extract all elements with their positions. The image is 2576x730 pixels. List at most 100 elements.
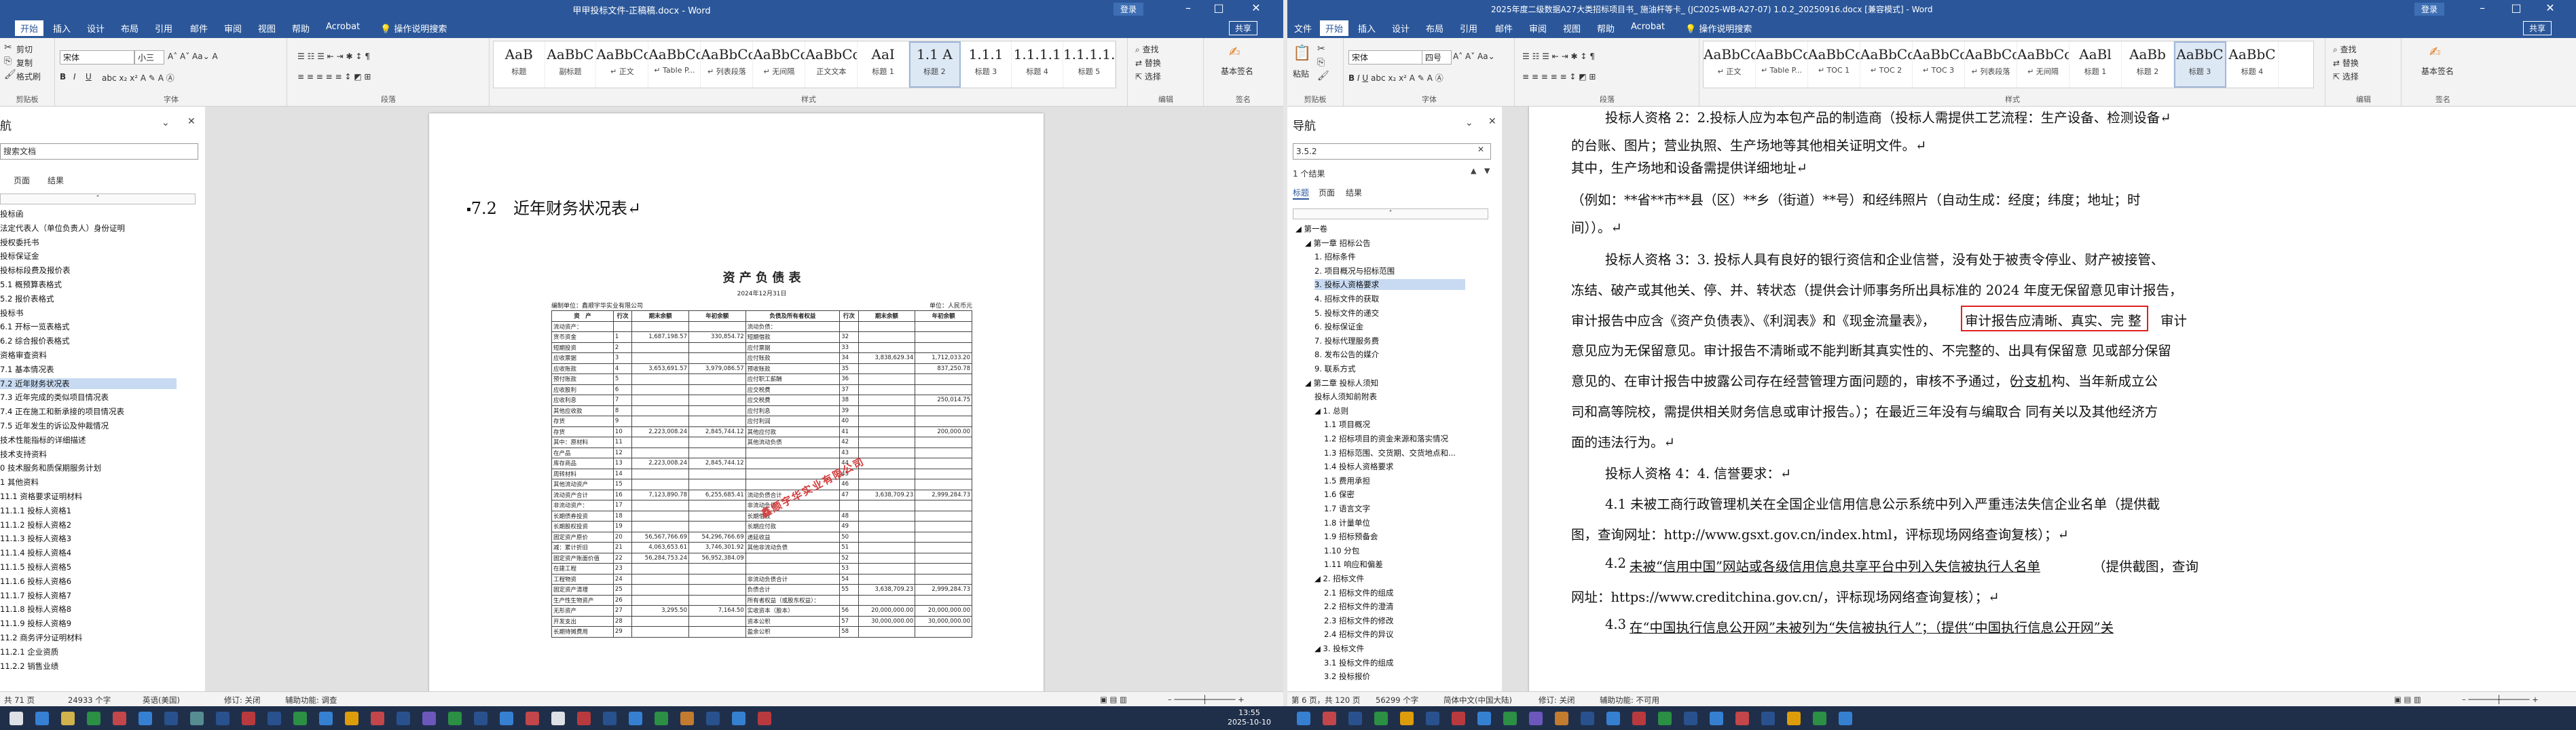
format-painter-icon[interactable]: 🖌 [4,69,16,80]
style-item[interactable]: AaBbC 副标题 [545,41,597,88]
nav-heading-item[interactable]: 5.1 概预算表格式 [0,279,177,290]
style-item[interactable]: 1.1.1 标题 3 [961,41,1012,88]
align-buttons[interactable]: ≡ ≡ ≡ ≡ ≡ ↕ ◩ ⊞ [297,72,371,81]
italic-button[interactable]: I [73,72,76,81]
nav-heading-item[interactable]: 5. 投标文件的递交 [1314,308,1465,318]
tab-mailings[interactable]: 邮件 [190,22,208,35]
nav-heading-item[interactable]: 1.7 语言文字 [1324,503,1465,514]
taskbar-app-icon[interactable] [190,712,204,725]
nav-heading-item[interactable]: 7.3 近年完成的类似项目情况表 [0,392,177,403]
taskbar-app-icon[interactable] [1477,712,1491,725]
taskbar-app-icon[interactable] [35,712,49,725]
signature-icon[interactable]: ✍ [2429,43,2441,60]
style-item[interactable]: AaBbCcDc ↵ Table P... [648,41,701,88]
format-buttons[interactable]: B I U abc x₂ x² A ✎ A Ⓐ [1348,72,1443,84]
format-painter-label[interactable]: 格式刷 [16,71,41,82]
nav-heading-item[interactable]: 1.4 投标人资格要求 [1324,461,1465,472]
view-buttons[interactable]: ▣ ▤ ▥ [1100,695,1127,704]
nav-scroll-up[interactable]: ˄ [1293,208,1488,219]
nav-heading-item[interactable]: 投标保证金 [0,251,177,261]
taskbar-app-icon[interactable] [1323,712,1336,725]
nav-heading-item[interactable]: 投标标段费及报价表 [0,265,177,276]
nav-heading-item[interactable]: 11.1.4 投标人资格4 [0,547,177,558]
style-item[interactable]: AaBbCcDc ↵ 正文 [596,41,649,88]
nav-heading-item[interactable]: 7.2 近年财务状况表 [0,378,177,389]
align-buttons[interactable]: ≡ ≡ ≡ ≡ ≡ ↕ ◩ ⊞ [1522,72,1596,81]
taskbar-app-icon[interactable] [1658,712,1672,725]
language[interactable]: 简体中文(中国大陆) [1443,695,1512,706]
nav-tab-results[interactable]: 结果 [48,175,64,186]
start-icon[interactable] [10,712,23,725]
style-item[interactable]: AaBbCcDd ↵ Table P... [1756,41,1808,88]
style-item[interactable]: AaBbCcDd ↵ 正文 [1704,41,1756,88]
taskbar-app-icon[interactable] [87,712,100,725]
tab-layout[interactable]: 布局 [121,22,139,35]
font-name-select[interactable]: 宋体 [60,50,134,65]
taskbar-app-icon[interactable] [1606,712,1620,725]
taskbar-app-icon[interactable] [1787,712,1801,725]
style-item[interactable]: AaBbCcDc ↵ 无间隔 [753,41,806,88]
taskbar-app-icon[interactable] [1813,712,1826,725]
nav-heading-item[interactable]: 11.1 资格要求证明材料 [0,491,177,502]
font-size-select[interactable]: 小三 [134,50,164,65]
nav-heading-item[interactable]: 5.2 报价表格式 [0,293,177,304]
style-item[interactable]: AaBbCc ↵ TOC 1 [1808,41,1860,88]
word-count[interactable]: 24933 个字 [68,695,111,706]
nav-heading-item[interactable]: 6.2 综合报价表格式 [0,335,177,346]
nav-heading-item[interactable]: 11.1.8 投标人资格8 [0,604,177,615]
next-result-icon[interactable]: ▼ [1484,166,1490,175]
nav-heading-item[interactable]: 2.3 招标文件的修改 [1324,615,1465,626]
style-item[interactable]: 1.1 A 标题 2 [909,41,961,88]
share-button[interactable]: 共享 [2523,21,2552,35]
paste-icon[interactable]: 📋 [1293,45,1311,62]
taskbar-app-icon[interactable] [1839,712,1852,725]
select-button[interactable]: ⇱ 选择 [2333,71,2359,82]
tab-mailings[interactable]: 邮件 [1495,22,1513,35]
signature-icon[interactable]: ✍ [1229,43,1240,60]
tab-home[interactable]: 开始 [15,20,44,36]
taskbar-app-icon[interactable] [1684,712,1697,725]
nav-heading-item[interactable]: 11.1.1 投标人资格1 [0,505,177,516]
taskbar-app-icon[interactable] [551,712,565,725]
tab-view[interactable]: 视图 [1563,22,1581,35]
taskbar-app-icon[interactable] [1632,712,1646,725]
taskbar-app-icon[interactable] [1581,712,1594,725]
taskbar-app-icon[interactable] [216,712,229,725]
style-item[interactable]: AaBbC 标题 4 [2226,41,2279,88]
style-item[interactable]: AaI 标题 1 [858,41,910,88]
taskbar-app-icon[interactable] [422,712,436,725]
nav-heading-item[interactable]: 技术支持资料 [0,449,177,460]
replace-button[interactable]: ⇄ 替换 [1135,57,1161,69]
replace-button[interactable]: ⇄ 替换 [2333,57,2359,69]
taskbar-app-icon[interactable] [1503,712,1517,725]
nav-heading-item[interactable]: 2.1 招标文件的组成 [1324,587,1465,598]
nav-heading-item[interactable]: 投标书 [0,308,177,318]
nav-heading-item[interactable]: 2.2 招标文件的澄清 [1324,601,1465,612]
nav-heading-item[interactable]: 11.1.6 投标人资格6 [0,576,177,587]
taskbar-app-icon[interactable] [1555,712,1568,725]
copy-icon[interactable]: ⎘ [4,56,12,67]
minimize-icon[interactable]: – [1175,1,1202,14]
find-button[interactable]: ⌕ 查找 [2333,43,2357,55]
nav-scroll-up[interactable]: ˄ [0,194,196,204]
nav-heading-item[interactable]: 资格审查资料 [0,350,177,361]
nav-heading-item[interactable]: 3.2 投标报价 [1324,671,1465,682]
font-size-controls[interactable]: A˄ A˅ Aa⌄ [1453,52,1495,61]
nav-heading-item[interactable]: 7.4 正在施工和新承接的项目情况表 [0,406,177,417]
font-size-controls[interactable]: A˄ A˅ Aa⌄ A [168,52,218,61]
minimize-icon[interactable]: – [2469,1,2496,14]
taskbar-app-icon[interactable] [242,712,255,725]
tab-review[interactable]: 审阅 [224,22,242,35]
nav-heading-item[interactable]: 7. 投标代理服务费 [1314,335,1465,346]
cut-icon[interactable]: ✂ [4,42,12,53]
nav-heading-item[interactable]: 2.4 招标文件的异议 [1324,629,1465,640]
tab-home[interactable]: 开始 [1320,20,1349,36]
nav-heading-item[interactable]: ◢ 第一卷 [1295,223,1465,234]
maximize-icon[interactable]: □ [2503,1,2530,14]
nav-heading-item[interactable]: 1.1 项目概况 [1324,419,1465,430]
tab-file[interactable]: 文件 [1294,22,1312,35]
tab-insert[interactable]: 插入 [53,22,71,35]
style-item[interactable]: AaBbCcDd ↵ TOC 2 [1860,41,1913,88]
taskbar-app-icon[interactable] [706,712,720,725]
taskbar-app-icon[interactable] [1452,712,1465,725]
